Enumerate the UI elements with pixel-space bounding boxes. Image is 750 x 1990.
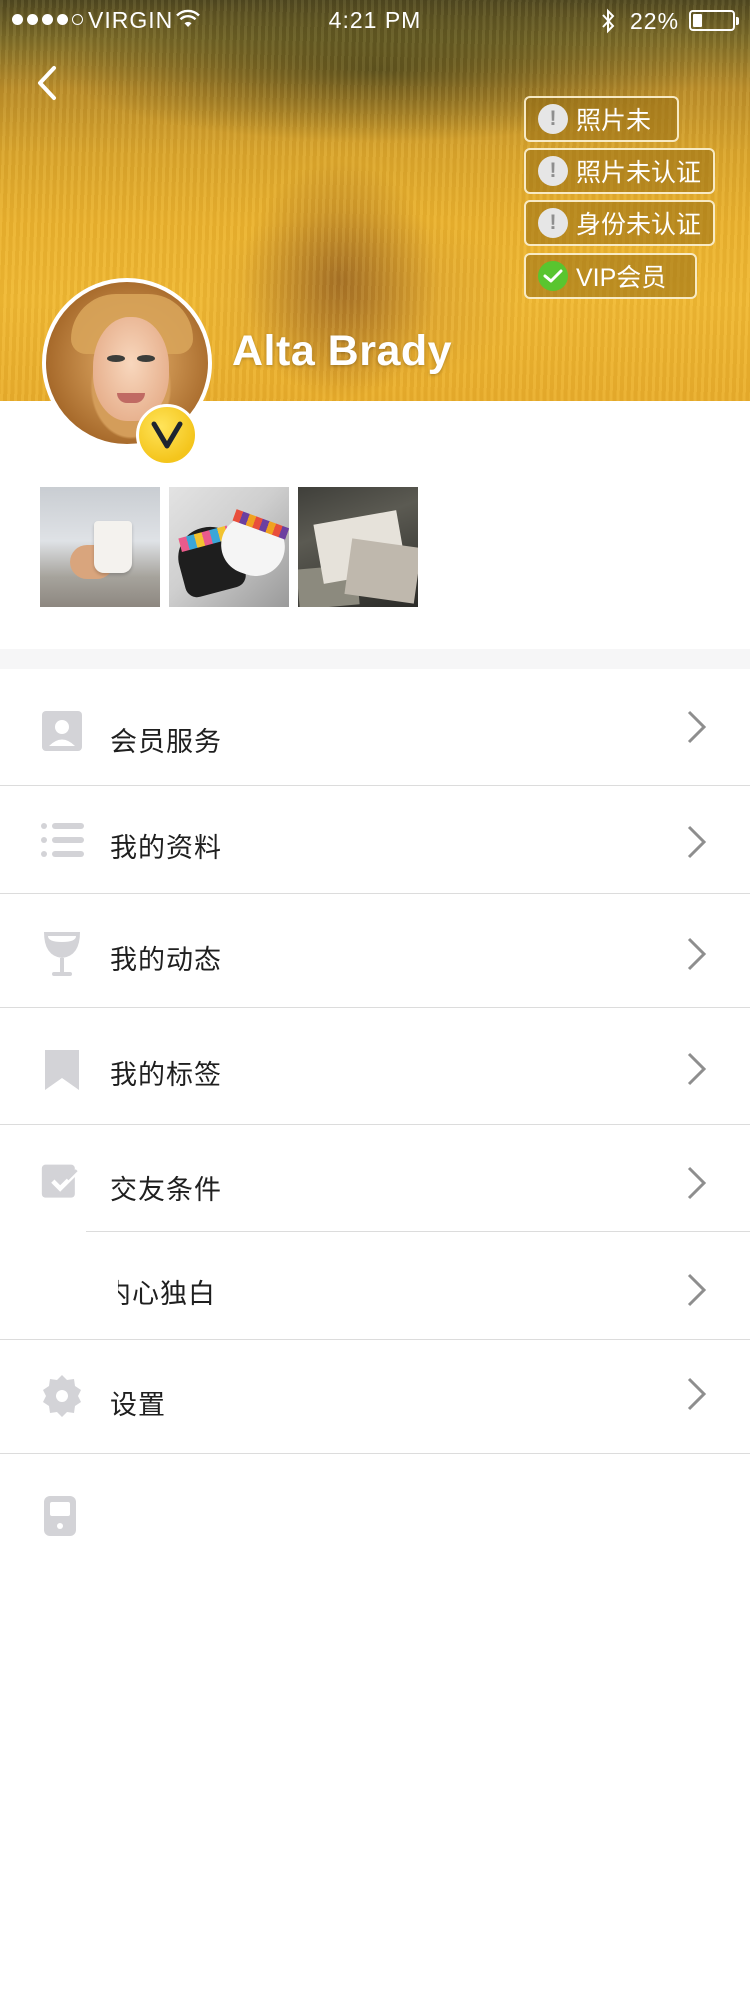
menu-label: 我的标签 <box>110 1060 222 1091</box>
menu-item-phone[interactable] <box>0 1454 750 1564</box>
menu-item-dating-criteria[interactable]: 交友条件 <box>0 1125 750 1232</box>
vip-v-icon <box>136 404 198 466</box>
menu-label: 会员服务 <box>110 727 222 758</box>
section-divider <box>0 649 750 669</box>
chevron-right-icon <box>687 1377 707 1411</box>
bookmark-icon <box>45 1050 79 1090</box>
photo-thumbnail-magazines[interactable] <box>298 487 418 607</box>
back-arrow-icon[interactable] <box>28 58 72 108</box>
menu-item-member-service[interactable]: 会员服务 <box>0 669 750 786</box>
chevron-right-icon <box>687 1052 707 1086</box>
menu-item-my-profile[interactable]: 我的资料 <box>0 786 750 894</box>
badge-vip-member[interactable]: VIP会员 <box>524 253 697 299</box>
gear-icon <box>43 1375 81 1417</box>
chevron-right-icon <box>687 1166 707 1200</box>
badge-label: 照片未 <box>576 107 652 135</box>
exclamation-icon: ! <box>538 208 568 238</box>
menu-label: 内心独白 <box>104 1279 216 1310</box>
badge-label: 照片未认证 <box>576 159 702 187</box>
menu-label: 交友条件 <box>110 1175 222 1206</box>
list-icon <box>41 823 84 857</box>
menu-item-my-tags[interactable]: 我的标签 <box>0 1008 750 1125</box>
status-bar: VIRGIN 4:21 PM 22% <box>0 0 750 40</box>
wine-glass-icon <box>44 932 80 976</box>
phone-icon <box>44 1496 76 1536</box>
chevron-right-icon <box>687 937 707 971</box>
menu-label: 我的资料 <box>110 833 222 864</box>
menu-label: 设置 <box>110 1390 166 1421</box>
chevron-right-icon <box>687 1273 707 1307</box>
badge-photo-unverified[interactable]: ! 照片未 <box>524 96 679 142</box>
battery-percentage: 22% <box>630 8 680 34</box>
badge-identity-not-certified[interactable]: ! 身份未认证 <box>524 200 715 246</box>
chevron-right-icon <box>687 825 707 859</box>
member-contact-icon <box>42 711 82 751</box>
photo-thumbnail-socks[interactable] <box>169 487 289 607</box>
photo-gallery <box>40 487 418 607</box>
checkmark-icon <box>538 261 568 291</box>
menu-label: 我的动态 <box>110 945 222 976</box>
profile-username: Alta Brady <box>232 327 453 375</box>
menu-item-my-moments[interactable]: 我的动态 <box>0 894 750 1008</box>
badge-photo-not-certified[interactable]: ! 照片未认证 <box>524 148 715 194</box>
chevron-right-icon <box>687 710 707 744</box>
battery-icon <box>689 10 739 31</box>
photo-thumbnail-coffee[interactable] <box>40 487 160 607</box>
badge-label: VIP会员 <box>576 264 667 292</box>
bluetooth-icon <box>602 8 615 34</box>
checkbox-icon <box>41 1164 82 1198</box>
badge-label: 身份未认证 <box>576 211 702 239</box>
exclamation-icon: ! <box>538 156 568 186</box>
menu-item-inner-monologue[interactable]: 内心独白 <box>0 1232 750 1340</box>
exclamation-icon: ! <box>538 104 568 134</box>
menu-item-settings[interactable]: 设置 <box>0 1340 750 1454</box>
